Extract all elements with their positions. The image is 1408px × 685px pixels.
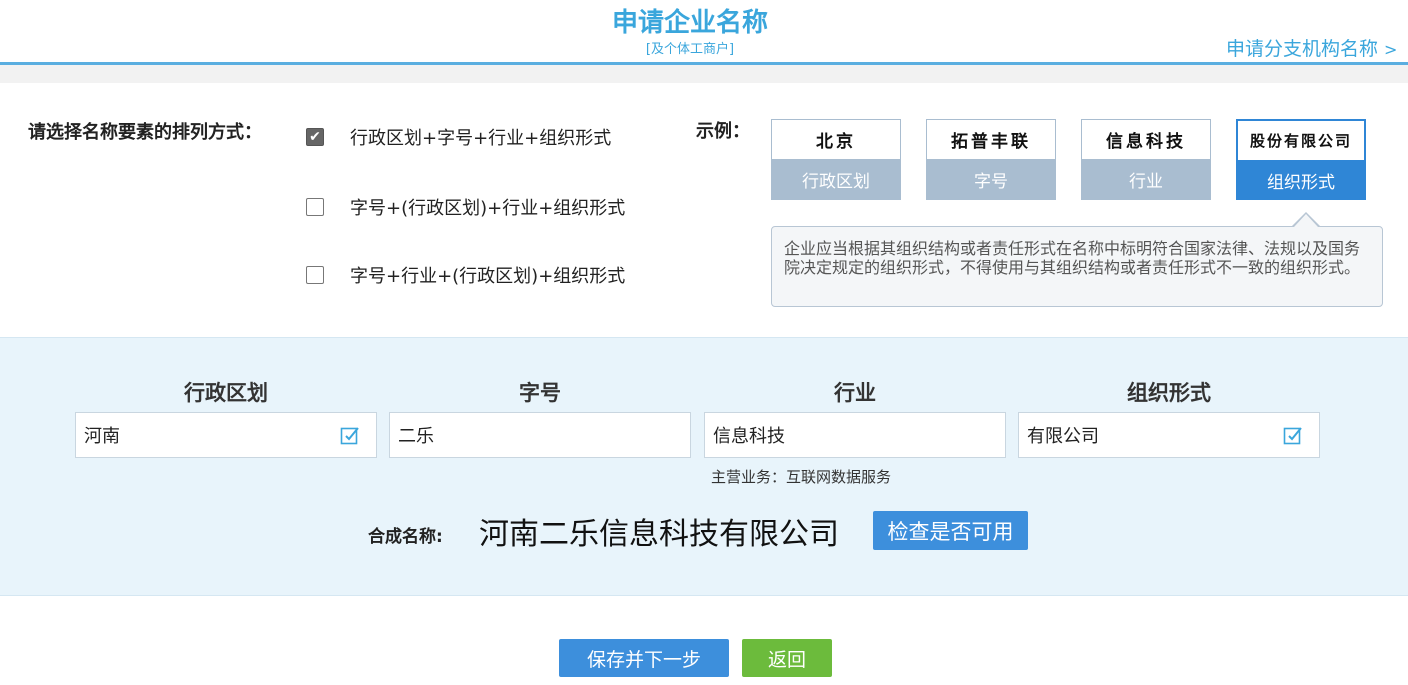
option-1-checkbox[interactable]: ✔ bbox=[306, 128, 324, 146]
column-header-industry: 行业 bbox=[834, 381, 876, 405]
example-card-brand-text: 拓普丰联 bbox=[951, 132, 1031, 152]
example-card-region[interactable]: 北京 行政区划 bbox=[771, 119, 901, 200]
edit-icon[interactable] bbox=[1283, 425, 1303, 445]
option-2-checkbox[interactable] bbox=[306, 198, 324, 216]
synthesized-name-value: 河南二乐信息科技有限公司 bbox=[479, 517, 839, 552]
arrangement-option-3[interactable]: 字号+行业+(行政区划)+组织形式 bbox=[306, 262, 625, 288]
example-card-industry-text: 信息科技 bbox=[1106, 132, 1186, 152]
brand-input-value: 二乐 bbox=[398, 426, 434, 447]
branch-name-link[interactable]: 申请分支机构名称 > bbox=[1226, 34, 1397, 61]
arrangement-label: 请选择名称要素的排列方式： bbox=[28, 122, 262, 143]
option-1-label: 行政区划+字号+行业+组织形式 bbox=[350, 128, 612, 149]
option-3-label: 字号+行业+(行政区划)+组织形式 bbox=[350, 266, 626, 287]
column-header-region: 行政区划 bbox=[184, 381, 268, 405]
example-card-region-text: 北京 bbox=[816, 132, 856, 152]
region-input[interactable]: 河南 bbox=[75, 412, 377, 458]
example-card-industry[interactable]: 信息科技 行业 bbox=[1081, 119, 1211, 200]
column-header-brand: 字号 bbox=[519, 381, 561, 405]
header-divider-band bbox=[0, 65, 1408, 83]
arrangement-option-1[interactable]: ✔ 行政区划+字号+行业+组织形式 bbox=[306, 124, 611, 150]
page-title: 申请企业名称 bbox=[611, 8, 768, 38]
example-tooltip: 企业应当根据其组织结构或者责任形式在名称中标明符合国家法律、法规以及国务院决定规… bbox=[771, 226, 1383, 307]
example-card-org-form[interactable]: 股份有限公司 组织形式 bbox=[1236, 119, 1366, 200]
example-card-region-caption: 行政区划 bbox=[772, 159, 900, 199]
option-2-label: 字号+(行政区划)+行业+组织形式 bbox=[350, 198, 626, 219]
save-and-next-button[interactable]: 保存并下一步 bbox=[559, 639, 729, 677]
edit-icon[interactable] bbox=[340, 425, 360, 445]
main-business-text: 主营业务：互联网数据服务 bbox=[711, 468, 892, 486]
industry-input[interactable]: 信息科技 bbox=[704, 412, 1006, 458]
page-subtitle: [及个体工商户] bbox=[645, 42, 735, 57]
branch-link-label: 申请分支机构名称 bbox=[1226, 38, 1379, 60]
check-icon: ✔ bbox=[309, 129, 321, 145]
chevron-right-icon: > bbox=[1384, 40, 1398, 59]
org-form-input-value: 有限公司 bbox=[1027, 426, 1099, 447]
back-button[interactable]: 返回 bbox=[742, 639, 832, 677]
arrangement-option-2[interactable]: 字号+(行政区划)+行业+组织形式 bbox=[306, 194, 625, 220]
example-label: 示例： bbox=[696, 121, 750, 142]
option-3-checkbox[interactable] bbox=[306, 266, 324, 284]
example-card-org-form-text: 股份有限公司 bbox=[1249, 132, 1352, 150]
example-card-brand[interactable]: 拓普丰联 字号 bbox=[926, 119, 1056, 200]
org-form-input[interactable]: 有限公司 bbox=[1018, 412, 1320, 458]
column-header-org-form: 组织形式 bbox=[1127, 381, 1211, 405]
example-card-org-form-caption: 组织形式 bbox=[1238, 160, 1364, 200]
name-form-panel bbox=[0, 337, 1408, 596]
example-card-industry-caption: 行业 bbox=[1082, 159, 1210, 199]
brand-input[interactable]: 二乐 bbox=[389, 412, 691, 458]
industry-input-value: 信息科技 bbox=[713, 426, 785, 447]
check-availability-button[interactable]: 检查是否可用 bbox=[873, 511, 1028, 550]
synthesized-name-label: 合成名称: bbox=[368, 527, 443, 547]
tooltip-pointer-inner bbox=[1294, 214, 1318, 227]
region-input-value: 河南 bbox=[84, 426, 120, 447]
example-card-brand-caption: 字号 bbox=[927, 159, 1055, 199]
